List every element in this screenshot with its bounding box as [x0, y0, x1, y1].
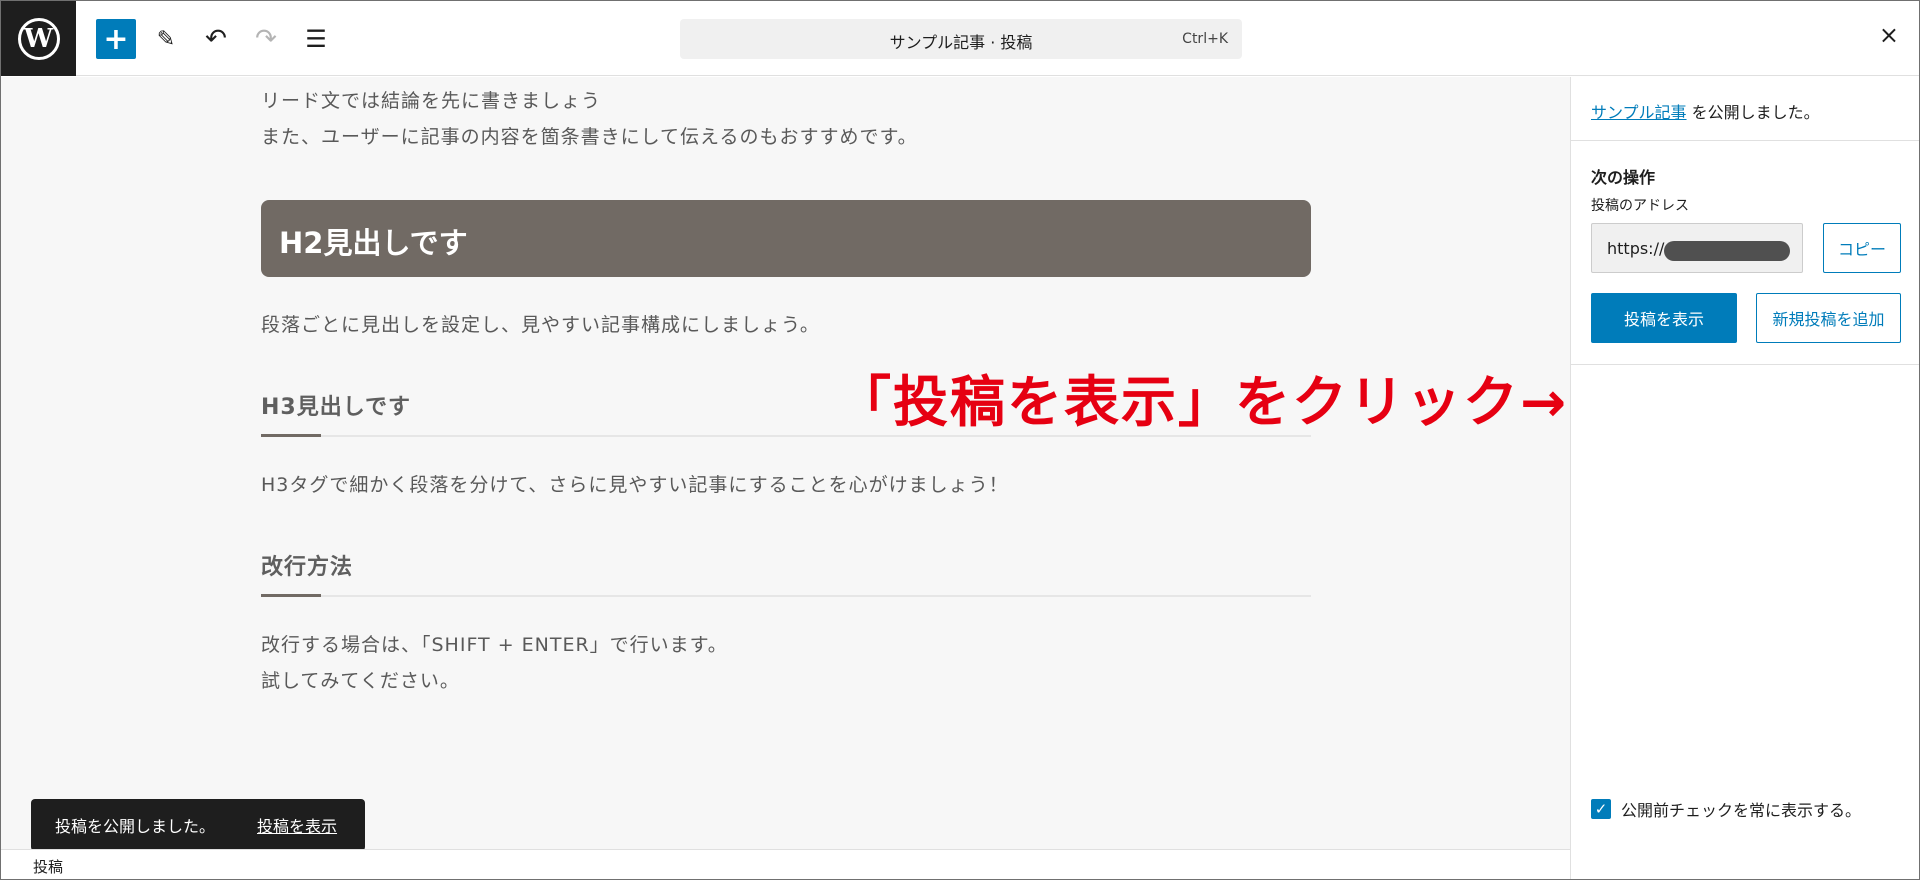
post-publish-panel: サンプル記事 を公開しました。 次の操作 投稿のアドレス https:// コピ… [1570, 77, 1919, 879]
command-shortcut: Ctrl+K [1182, 31, 1228, 47]
prepublish-check-row[interactable]: ✓ 公開前チェックを常に表示する。 [1591, 797, 1861, 821]
published-post-link[interactable]: サンプル記事 [1591, 103, 1687, 122]
top-toolbar: W + ✎ ↶ ↷ ☰ サンプル記事 · 投稿 Ctrl+K × [1, 1, 1919, 76]
undo-button[interactable]: ↶ [196, 19, 236, 59]
snackbar: 投稿を公開しました。 投稿を表示 [31, 799, 365, 851]
post-address-label: 投稿のアドレス [1591, 198, 1689, 214]
lead-paragraph[interactable]: リード文では結論を先に書きましょう また、ユーザーに記事の内容を箇条書きにして伝… [261, 83, 1311, 155]
instruction-annotation: 「投稿を表示」をクリック→ [836, 370, 1569, 434]
plus-icon: + [103, 21, 129, 57]
add-new-post-button[interactable]: 新規投稿を追加 [1756, 293, 1901, 343]
document-overview-button[interactable]: ☰ [296, 19, 336, 59]
paragraph-line: 試してみてください。 [261, 670, 460, 692]
divider [1571, 364, 1919, 365]
redacted-url-mask [1664, 241, 1790, 261]
published-message: サンプル記事 を公開しました。 [1591, 99, 1820, 123]
published-suffix: を公開しました。 [1686, 103, 1820, 122]
url-prefix: https:// [1607, 239, 1665, 258]
undo-icon: ↶ [205, 24, 227, 54]
tools-button[interactable]: ✎ [146, 19, 186, 59]
command-palette-bar[interactable]: サンプル記事 · 投稿 Ctrl+K [680, 19, 1242, 59]
add-block-button[interactable]: + [96, 19, 136, 59]
wordpress-logo-button[interactable]: W [1, 1, 76, 76]
list-view-icon: ☰ [305, 25, 327, 53]
paragraph[interactable]: H3タグで細かく段落を分けて、さらに見やすい記事にすることを心がけましょう！ [261, 467, 1311, 503]
snackbar-view-link[interactable]: 投稿を表示 [257, 813, 337, 837]
wordpress-logo-icon: W [17, 17, 60, 60]
h2-heading[interactable]: H2見出しです [261, 200, 1311, 277]
editor-canvas: リード文では結論を先に書きましょう また、ユーザーに記事の内容を箇条書きにして伝… [1, 77, 1570, 849]
view-post-button[interactable]: 投稿を表示 [1591, 293, 1737, 343]
pencil-icon: ✎ [156, 26, 176, 52]
paragraph[interactable]: 段落ごとに見出しを設定し、見やすい記事構成にしましょう。 [261, 307, 1311, 343]
status-footer: 投稿 [1, 849, 1570, 879]
paragraph[interactable]: 改行する場合は、「SHIFT + ENTER」で行います。 試してみてください。 [261, 627, 1311, 699]
next-steps-title: 次の操作 [1591, 168, 1656, 187]
checkbox-checked-icon[interactable]: ✓ [1591, 799, 1611, 819]
checkbox-label: 公開前チェックを常に表示する。 [1621, 801, 1862, 820]
heading-underline [261, 594, 1311, 597]
redo-icon: ↷ [255, 24, 277, 54]
lead-line: リード文では結論を先に書きましょう [261, 90, 602, 112]
post-url-field[interactable]: https:// [1591, 223, 1803, 273]
lead-line: また、ユーザーに記事の内容を箇条書きにして伝えるのもおすすめです。 [261, 126, 918, 148]
document-title: サンプル記事 · 投稿 [889, 33, 1033, 52]
copy-button[interactable]: コピー [1823, 223, 1901, 273]
redo-button[interactable]: ↷ [246, 19, 286, 59]
divider [1571, 140, 1919, 141]
paragraph-line: 改行する場合は、「SHIFT + ENTER」で行います。 [261, 634, 728, 656]
snackbar-message: 投稿を公開しました。 [55, 817, 216, 836]
breadcrumb[interactable]: 投稿 [33, 856, 63, 877]
h3-heading[interactable]: 改行方法 [261, 549, 1311, 581]
editor-window: W + ✎ ↶ ↷ ☰ サンプル記事 · 投稿 Ctrl+K × リード文では結… [0, 0, 1920, 880]
close-icon[interactable]: × [1879, 21, 1899, 49]
